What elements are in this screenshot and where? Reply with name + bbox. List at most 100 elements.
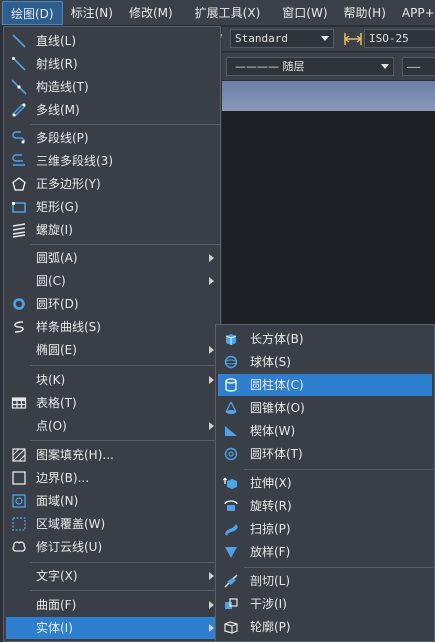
menu-item-rectangle[interactable]: 矩形(G) <box>6 196 218 218</box>
dim-style-combo[interactable]: ISO-25 <box>364 29 435 48</box>
menu-separator <box>244 469 434 470</box>
drawing-tab-strip <box>222 81 435 111</box>
menu-item-hatch[interactable]: 图案填充(H)... <box>6 444 218 466</box>
menu-item-spline[interactable]: 样条曲线(S) <box>6 316 218 338</box>
submenu-arrow-icon <box>209 624 214 632</box>
menu-item-helix[interactable]: 螺旋(I) <box>6 219 218 241</box>
submenu-arrow-icon <box>209 346 214 354</box>
menu-item-label: 构造线(T) <box>36 80 89 94</box>
submenu-item-cone[interactable]: 圆锥体(O) <box>218 397 432 419</box>
menu-separator <box>30 244 220 245</box>
submenu-arrow-icon <box>209 601 214 609</box>
menu-item-ellipse[interactable]: 椭圆(E) <box>6 339 218 361</box>
menu-item-region[interactable]: 面域(N) <box>6 490 218 512</box>
menu-item-label: 圆弧(A) <box>36 251 78 265</box>
submenu-item-label: 圆环体(T) <box>250 447 303 461</box>
menu-item-ray[interactable]: 射线(R) <box>6 53 218 75</box>
menu-item-label: 块(K) <box>36 373 66 387</box>
submenu-item-label: 楔体(W) <box>250 424 296 438</box>
submenu-item-sweep[interactable]: 扫掠(P) <box>218 518 432 540</box>
submenu-item-sphere[interactable]: 球体(S) <box>218 351 432 373</box>
menu-item-label: 三维多段线(3) <box>36 154 113 168</box>
menu-item-wipeout[interactable]: 区域覆盖(W) <box>6 513 218 535</box>
submenu-arrow-icon <box>209 277 214 285</box>
box-icon <box>225 334 237 345</box>
menu-help[interactable]: 帮助(H) <box>336 1 394 25</box>
xline-icon <box>11 79 27 95</box>
submenu-item-extrude[interactable]: 拉伸(X) <box>218 472 432 494</box>
menu-item-solid[interactable]: 实体(I) <box>6 617 218 639</box>
text-style-value: Standard <box>235 32 288 45</box>
3d-polyline-icon <box>12 154 25 166</box>
layer-combo[interactable]: ———— 随层 <box>226 57 394 76</box>
menu-item-mline[interactable]: 多线(M) <box>6 99 218 121</box>
menu-item-polygon[interactable]: 正多边形(Y) <box>6 173 218 195</box>
submenu-item-cylinder[interactable]: 圆柱体(C) <box>218 374 432 396</box>
menu-item-label: 区域覆盖(W) <box>36 517 106 531</box>
submenu-item-label: 扫掠(P) <box>250 522 291 536</box>
submenu-item-interfere[interactable]: 干涉(I) <box>218 593 432 615</box>
styles-toolbar: Standard ISO-25 <box>218 27 435 51</box>
menu-separator <box>30 365 220 366</box>
menu-item-label: 样条曲线(S) <box>36 320 101 334</box>
menu-item-circle[interactable]: 圆(C) <box>6 270 218 292</box>
spline-icon <box>14 321 24 333</box>
cylinder-icon <box>225 378 237 392</box>
menu-item-arc[interactable]: 圆弧(A) <box>6 247 218 269</box>
interfere-icon <box>225 598 238 609</box>
menu-modify[interactable]: 修改(M) <box>121 1 181 25</box>
slice-icon <box>224 574 238 588</box>
dim-style-icon <box>344 33 362 45</box>
menu-item-label: 圆环(D) <box>36 297 79 311</box>
menu-item-label: 矩形(G) <box>36 200 79 214</box>
menu-item-point[interactable]: 点(O) <box>6 415 218 437</box>
menu-item-label: 点(O) <box>36 419 67 433</box>
wipeout-icon <box>12 517 26 531</box>
menu-item-table[interactable]: 表格(T) <box>6 392 218 414</box>
menu-express-tools[interactable]: 扩展工具(X) <box>181 1 269 25</box>
menu-item-line[interactable]: 直线(L) <box>6 30 218 52</box>
submenu-arrow-icon <box>209 572 214 580</box>
sweep-icon <box>225 524 238 536</box>
rectangle-icon <box>12 202 26 213</box>
menu-item-label: 表格(T) <box>36 396 77 410</box>
revcloud-icon <box>12 541 26 552</box>
menu-draw[interactable]: 绘图(D) <box>2 0 63 25</box>
menu-item-block[interactable]: 块(K) <box>6 369 218 391</box>
menu-item-xline[interactable]: 构造线(T) <box>6 76 218 98</box>
submenu-item-revolve[interactable]: 旋转(R) <box>218 495 432 517</box>
menu-window[interactable]: 窗口(W) <box>268 1 335 25</box>
wedge-icon <box>225 426 237 436</box>
line-icon <box>12 34 26 48</box>
loft-icon <box>225 547 237 558</box>
submenu-item-wedge[interactable]: 楔体(W) <box>218 420 432 442</box>
menu-item-revcloud[interactable]: 修订云线(U) <box>6 536 218 558</box>
menu-dimension[interactable]: 标注(N) <box>63 1 121 25</box>
submenu-item-torus[interactable]: 圆环体(T) <box>218 443 432 465</box>
menu-item-label: 椭圆(E) <box>36 343 77 357</box>
menu-item-surface[interactable]: 曲面(F) <box>6 594 218 616</box>
submenu-item-box[interactable]: 长方体(B) <box>218 328 432 350</box>
dim-style-value: ISO-25 <box>369 32 409 45</box>
submenu-item-profile[interactable]: 轮廓(P) <box>218 616 432 638</box>
menu-separator <box>30 590 220 591</box>
submenu-arrow-icon <box>209 254 214 262</box>
submenu-item-label: 圆柱体(C) <box>250 378 304 392</box>
submenu-item-slice[interactable]: 剖切(L) <box>218 570 432 592</box>
menu-item-polyline[interactable]: 多段线(P) <box>6 127 218 149</box>
submenu-item-loft[interactable]: 放样(F) <box>218 541 432 563</box>
solid-submenu: 长方体(B) 球体(S) 圆柱体(C) 圆锥体(O) 楔体(W) 圆环体(T) … <box>215 324 435 642</box>
menu-item-boundary[interactable]: 边界(B)... <box>6 467 218 489</box>
menu-item-donut[interactable]: 圆环(D) <box>6 293 218 315</box>
menu-item-3d-polyline[interactable]: 三维多段线(3) <box>6 150 218 172</box>
menu-item-text[interactable]: 文字(X) <box>6 565 218 587</box>
submenu-item-label: 轮廓(P) <box>250 620 291 634</box>
menu-app[interactable]: APP+ <box>394 1 435 25</box>
linetype-combo[interactable]: —— <box>402 57 435 76</box>
chevron-down-icon <box>321 36 329 41</box>
text-style-combo[interactable]: Standard <box>230 29 334 48</box>
menu-item-label: 直线(L) <box>36 34 77 48</box>
draw-menu: 直线(L) 射线(R) 构造线(T) 多线(M) 多段线(P) 三维多段线(3)… <box>3 26 221 642</box>
submenu-item-label: 拉伸(X) <box>250 476 292 490</box>
menu-item-label: 曲面(F) <box>36 598 77 612</box>
